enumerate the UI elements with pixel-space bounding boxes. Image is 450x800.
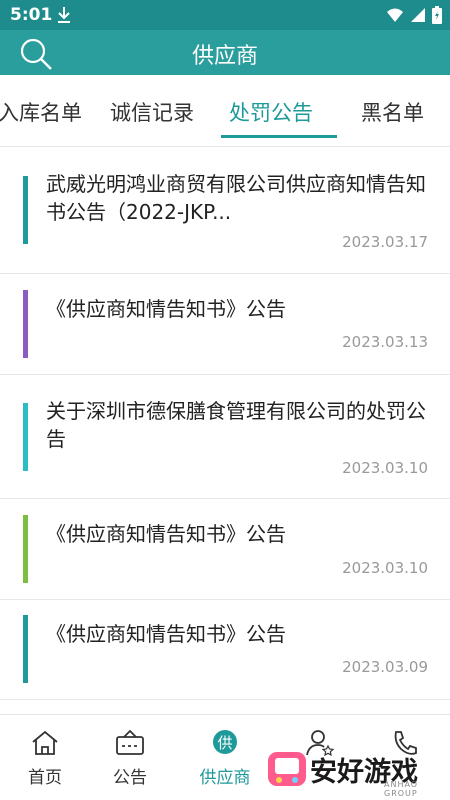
gamepad-icon [268, 752, 306, 786]
download-icon [58, 7, 70, 23]
item-date: 2023.03.10 [342, 459, 428, 477]
status-time: 5:01 [10, 5, 53, 25]
item-date: 2023.03.10 [342, 559, 428, 577]
item-date: 2023.03.09 [342, 658, 428, 676]
nav-label: 供应商 [199, 768, 251, 788]
accent-bar [23, 403, 28, 471]
nav-announcement[interactable]: 公告 [85, 715, 175, 800]
item-title: 《供应商知情告知书》公告 [46, 622, 286, 646]
active-tab-indicator [221, 135, 337, 138]
list-item[interactable]: 《供应商知情告知书》公告 2023.03.13 [0, 275, 450, 375]
watermark-subtext: ANHAO GROUP [384, 780, 419, 798]
nav-label: 公告 [113, 768, 147, 788]
list-item[interactable]: 武威光明鸿业商贸有限公司供应商知情告知书公告（2022-JKP... 2023.… [0, 148, 450, 274]
nav-home[interactable]: 首页 [0, 715, 90, 800]
item-title: 《供应商知情告知书》公告 [46, 297, 286, 321]
page-title: 供应商 [191, 44, 258, 69]
accent-bar [23, 615, 28, 683]
accent-bar [23, 290, 28, 358]
signal-icon [411, 8, 425, 22]
announcement-icon [116, 729, 144, 755]
nav-supplier[interactable]: 供 供应商 [180, 715, 270, 800]
tab-integrity-record[interactable]: 诚信记录 [110, 97, 194, 127]
nav-label: 首页 [28, 768, 62, 788]
item-date: 2023.03.17 [342, 233, 428, 251]
status-bar: 5:01 [0, 0, 450, 30]
tab-warehouse-list[interactable]: 入库名单 [0, 97, 82, 127]
watermark-logo: 安好游戏 ANHAO GROUP [266, 744, 446, 798]
list-item[interactable]: 《供应商知情告知书》公告 2023.03.10 [0, 500, 450, 600]
tab-blacklist[interactable]: 黑名单 [361, 97, 424, 127]
item-title: 关于深圳市德保膳食管理有限公司的处罚公告 [46, 399, 426, 451]
battery-icon [432, 6, 442, 24]
list-item[interactable]: 关于深圳市德保膳食管理有限公司的处罚公告 2023.03.10 [0, 375, 450, 499]
list-item[interactable]: 《供应商知情告知书》公告 2023.03.09 [0, 600, 450, 700]
tab-penalty-notice[interactable]: 处罚公告 [229, 97, 313, 127]
app-header: 供应商 [0, 30, 450, 75]
supplier-badge-char: 供 [217, 734, 233, 752]
tab-bar: 入库名单 诚信记录 处罚公告 黑名单 [0, 75, 450, 147]
home-icon [32, 730, 58, 755]
accent-bar [23, 515, 28, 583]
item-title: 《供应商知情告知书》公告 [46, 522, 286, 546]
wifi-icon [387, 8, 403, 22]
item-title: 武威光明鸿业商贸有限公司供应商知情告知书公告（2022-JKP... [46, 172, 426, 224]
accent-bar [23, 176, 28, 244]
item-date: 2023.03.13 [342, 333, 428, 351]
status-indicators [386, 6, 442, 24]
